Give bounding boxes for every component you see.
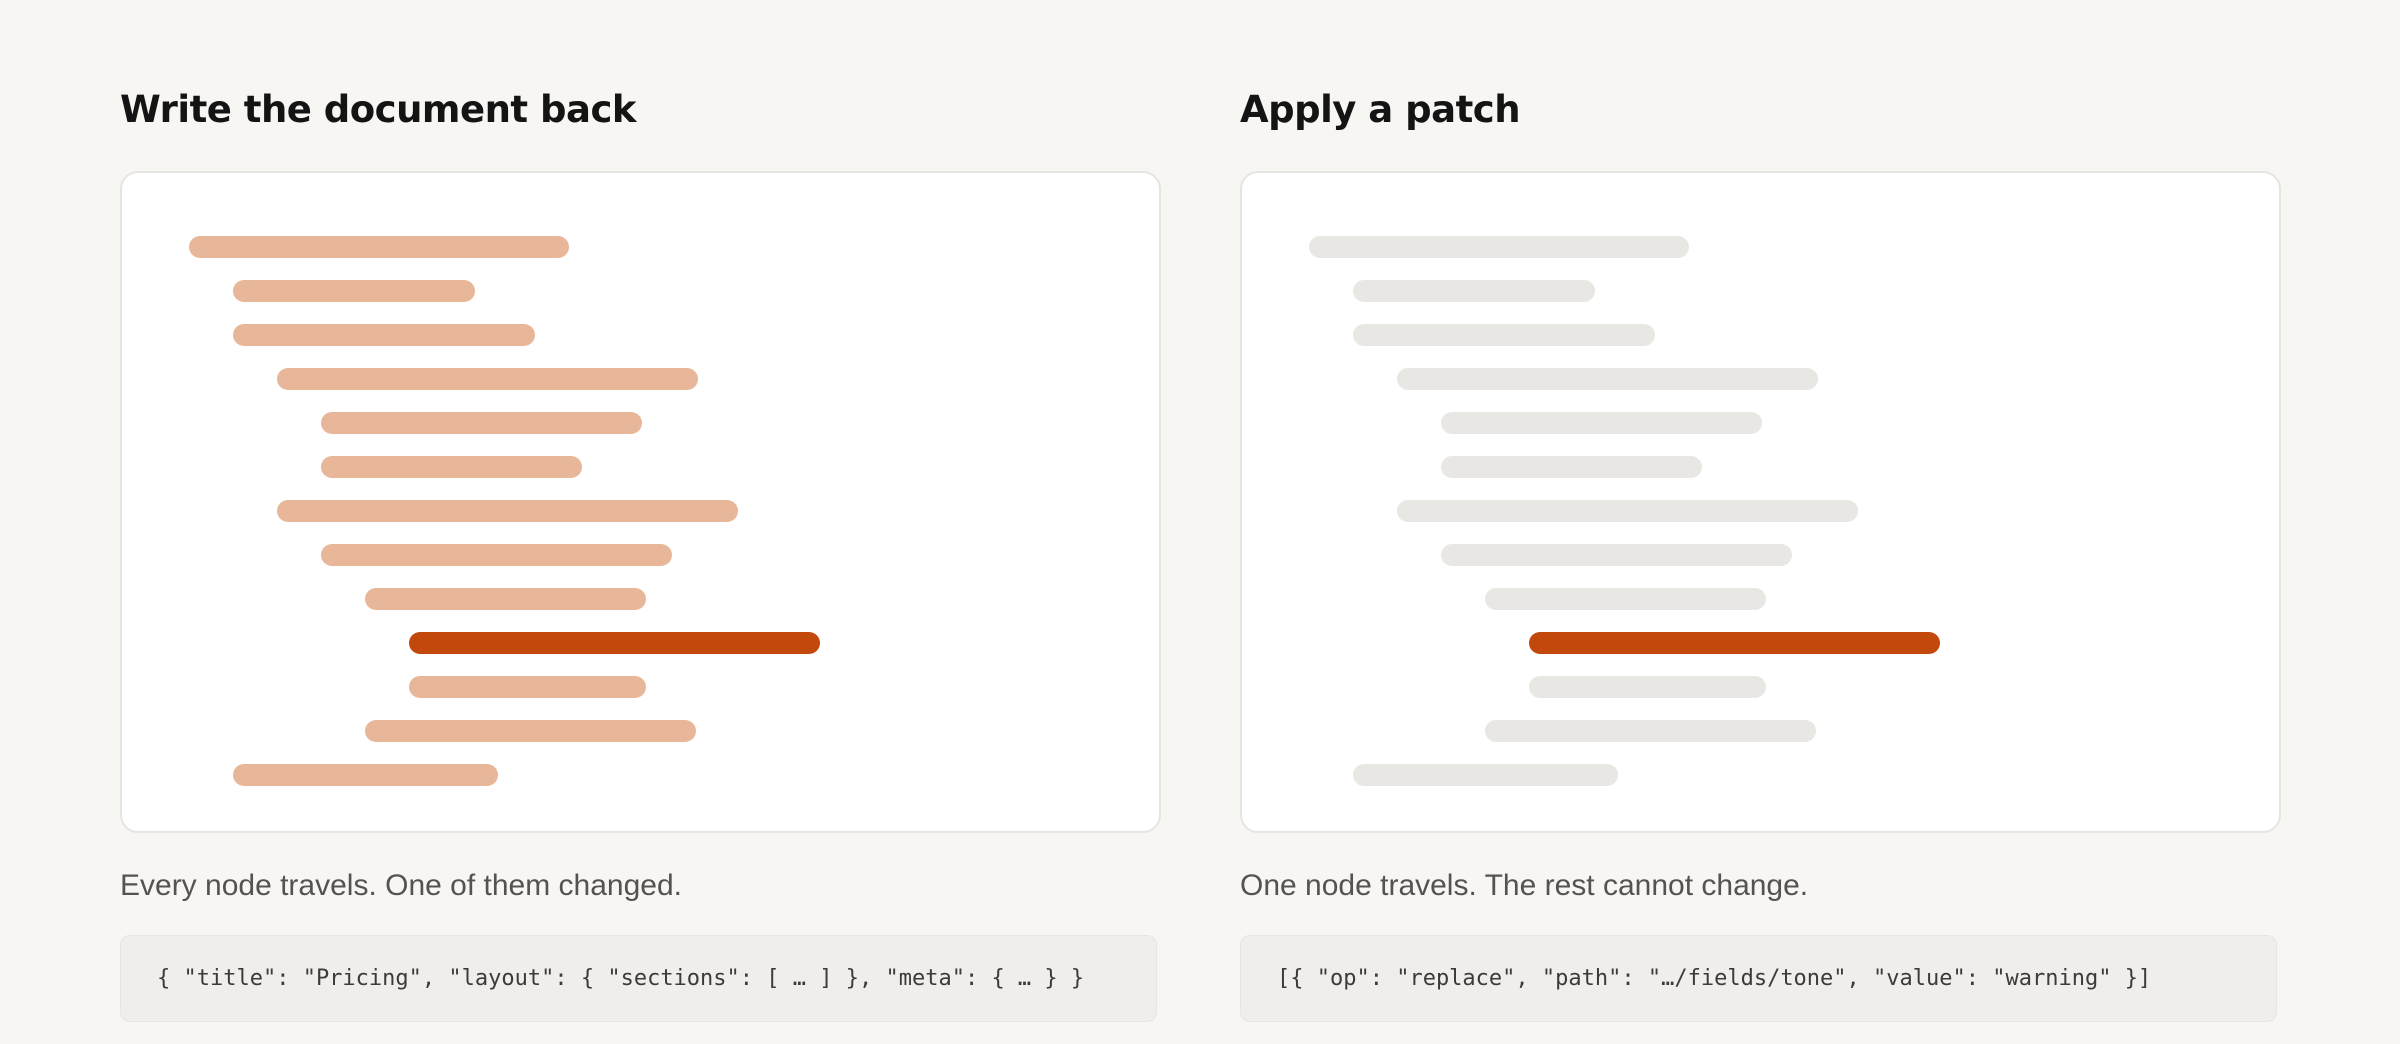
tree-node-bar (321, 544, 672, 566)
code-snippet: { "title": "Pricing", "layout": { "secti… (120, 935, 1157, 1022)
tree-node-bar (321, 456, 582, 478)
tree-node-bar (1397, 500, 1858, 522)
tree-node-bar (1309, 236, 1689, 258)
tree-node-bar (1353, 764, 1618, 786)
tree-node-bar (189, 236, 569, 258)
tree-node-bar (1485, 588, 1766, 610)
panel-caption: One node travels. The rest cannot change… (1240, 869, 1809, 902)
tree-diagram (1240, 171, 2281, 833)
tree-node-bar (233, 324, 535, 346)
panel-caption: Every node travels. One of them changed. (120, 869, 682, 902)
tree-node-bar (1441, 544, 1792, 566)
tree-node-bar (321, 412, 642, 434)
tree-node-bar (1441, 456, 1702, 478)
tree-node-bar (1529, 676, 1766, 698)
tree-node-bar (365, 588, 646, 610)
tree-node-bar (1353, 280, 1595, 302)
panel-title: Write the document back (120, 88, 637, 131)
tree-node-bar (233, 764, 498, 786)
tree-node-bar (365, 720, 696, 742)
tree-node-bar (1353, 324, 1655, 346)
tree-node-bar (1485, 720, 1816, 742)
tree-node-bar (277, 500, 738, 522)
tree-node-bar (233, 280, 475, 302)
tree-node-bar-changed (409, 632, 820, 654)
tree-diagram (120, 171, 1161, 833)
tree-node-bar (1397, 368, 1818, 390)
tree-node-bar (277, 368, 698, 390)
tree-node-bar-changed (1529, 632, 1940, 654)
code-snippet: [{ "op": "replace", "path": "…/fields/to… (1240, 935, 2277, 1022)
tree-node-bar (1441, 412, 1762, 434)
tree-node-bar (409, 676, 646, 698)
panel-title: Apply a patch (1240, 88, 1521, 131)
